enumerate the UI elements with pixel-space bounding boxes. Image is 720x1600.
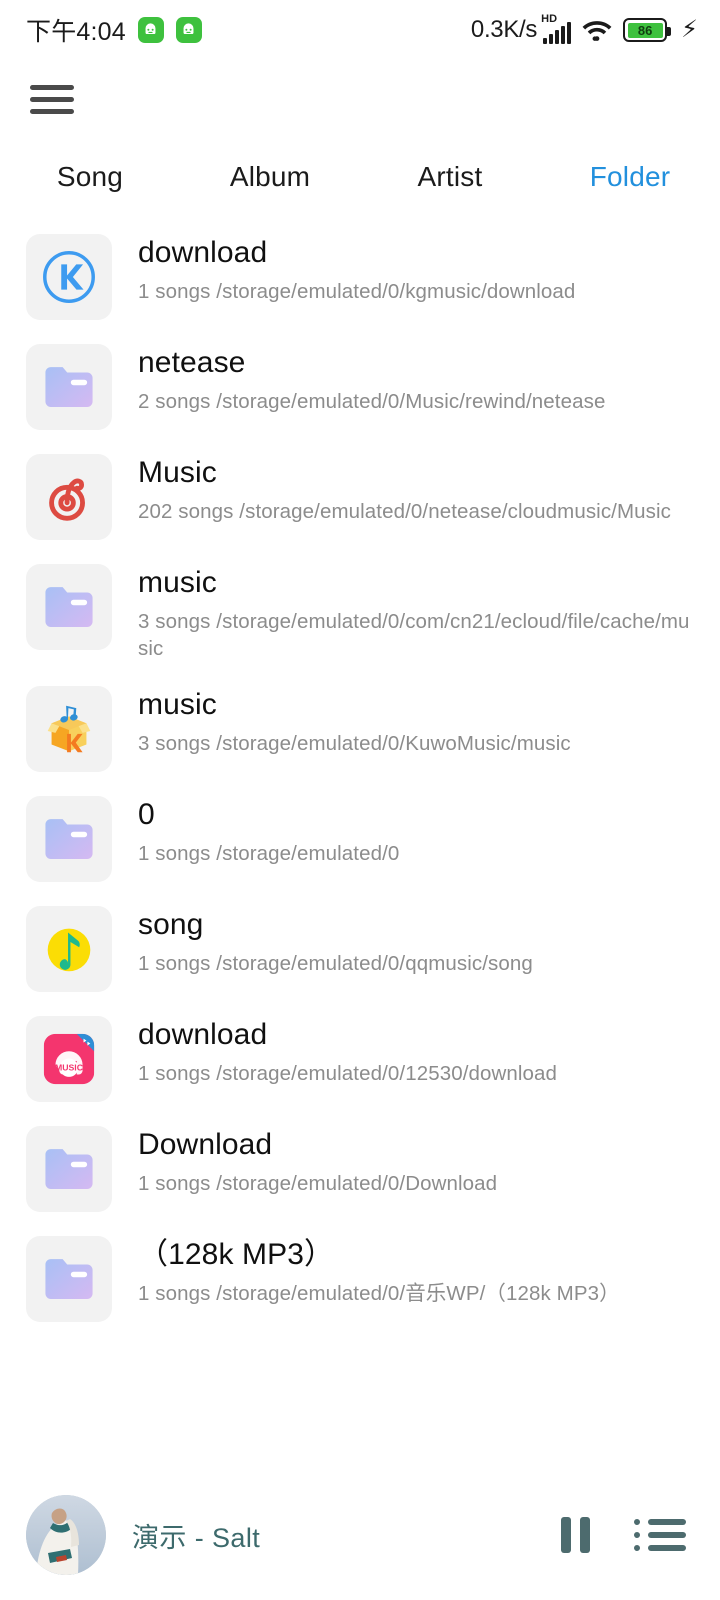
- folder-name: 0: [138, 797, 155, 831]
- network-speed-label: 0.3K/s: [470, 16, 538, 43]
- folder-name: Download: [138, 1127, 273, 1161]
- folder-icon: [26, 1235, 112, 1322]
- list-item[interactable]: 0 1 songs /storage/emulated/0: [0, 784, 720, 894]
- svg-text:MUSIC: MUSIC: [55, 1063, 84, 1073]
- list-item[interactable]: music 3 songs /storage/emulated/0/com/cn…: [0, 552, 720, 674]
- battery-icon: 86: [623, 18, 672, 42]
- kugou-music-icon: [26, 234, 112, 320]
- qq-music-icon: [26, 905, 112, 992]
- charging-bolt-icon: ⚡: [681, 16, 698, 43]
- list-item[interactable]: （128k MP3） 1 songs /storage/emulated/0/音…: [0, 1224, 720, 1334]
- list-item[interactable]: music 3 songs /storage/emulated/0/KuwoMu…: [0, 674, 720, 784]
- playlist-queue-icon[interactable]: [634, 1519, 686, 1551]
- status-bar-clock: 下午4:04: [26, 18, 126, 46]
- folder-name: music: [138, 687, 217, 721]
- folder-name: download: [138, 236, 268, 269]
- folder-subtitle: 1 songs /storage/emulated/0/Download: [138, 1171, 498, 1195]
- cellular-signal-icon: HD: [541, 13, 572, 44]
- list-item[interactable]: netease 2 songs /storage/emulated/0/Musi…: [0, 332, 720, 442]
- tab-folder[interactable]: Folder: [540, 161, 720, 193]
- list-item-text: netease 2 songs /storage/emulated/0/Musi…: [138, 344, 694, 415]
- list-item-text: 0 1 songs /storage/emulated/0: [138, 796, 694, 867]
- folder-name: song: [138, 907, 204, 941]
- pause-icon[interactable]: [561, 1517, 590, 1553]
- kuwo-music-icon: [26, 685, 112, 772]
- folder-subtitle: 2 songs /storage/emulated/0/Music/rewind…: [138, 389, 606, 413]
- list-item-text: download 1 songs /storage/emulated/0/125…: [138, 1016, 694, 1087]
- folder-subtitle: 3 songs /storage/emulated/0/KuwoMusic/mu…: [138, 731, 571, 755]
- list-item-text: （128k MP3） 1 songs /storage/emulated/0/音…: [138, 1236, 694, 1307]
- folder-subtitle: 1 songs /storage/emulated/0: [138, 841, 400, 865]
- list-item[interactable]: MUSIC download 1 songs /storage/emulated…: [0, 1004, 720, 1114]
- folder-name: download: [138, 1017, 268, 1051]
- netease-cloudmusic-icon: [26, 454, 112, 540]
- folder-icon: [26, 564, 112, 650]
- now-playing-label: 演示 - Salt: [132, 1522, 261, 1553]
- notification-badge-icon: [137, 17, 164, 43]
- folder-icon: [26, 344, 112, 430]
- folder-list: download 1 songs /storage/emulated/0/kgm…: [0, 216, 720, 1334]
- mini-player-bar[interactable]: 演示 - Salt: [0, 1470, 720, 1600]
- migu-music-icon: MUSIC: [26, 1015, 112, 1102]
- list-item[interactable]: song 1 songs /storage/emulated/0/qqmusic…: [0, 894, 720, 1004]
- folder-subtitle: 1 songs /storage/emulated/0/12530/downlo…: [138, 1061, 558, 1085]
- folder-icon: [26, 1125, 112, 1212]
- folder-subtitle: 1 songs /storage/emulated/0/音乐WP/（128k M…: [138, 1281, 620, 1305]
- list-item-text: music 3 songs /storage/emulated/0/com/cn…: [138, 564, 694, 662]
- folder-name: music: [138, 566, 217, 599]
- hamburger-menu-icon[interactable]: [30, 82, 74, 116]
- list-item[interactable]: Music 202 songs /storage/emulated/0/nete…: [0, 442, 720, 552]
- status-bar-right: 0.3K/s HD 86 ⚡: [470, 13, 698, 44]
- status-bar: 下午4:04 0.3K/s HD 86 ⚡: [0, 0, 720, 60]
- list-item-text: music 3 songs /storage/emulated/0/KuwoMu…: [138, 686, 694, 757]
- folder-subtitle: 202 songs /storage/emulated/0/netease/cl…: [138, 499, 672, 523]
- list-item-text: download 1 songs /storage/emulated/0/kgm…: [138, 234, 694, 305]
- player-controls: [561, 1517, 686, 1553]
- hd-label: HD: [541, 13, 558, 25]
- tab-artist[interactable]: Artist: [360, 161, 540, 193]
- tab-album[interactable]: Album: [180, 161, 360, 193]
- folder-icon: [26, 795, 112, 882]
- folder-name: netease: [138, 346, 246, 379]
- notification-badge-icon: [175, 17, 202, 43]
- list-item-text: Music 202 songs /storage/emulated/0/nete…: [138, 454, 694, 525]
- album-art-thumbnail[interactable]: [26, 1495, 106, 1575]
- app-bar: [0, 60, 720, 138]
- folder-subtitle: 3 songs /storage/emulated/0/com/cn21/ecl…: [138, 609, 690, 660]
- wifi-icon: [582, 21, 612, 41]
- folder-name: （128k MP3）: [138, 1237, 335, 1271]
- battery-level-label: 86: [627, 22, 663, 38]
- tab-bar: Song Album Artist Folder: [0, 138, 720, 216]
- tab-song[interactable]: Song: [0, 161, 180, 193]
- list-item[interactable]: download 1 songs /storage/emulated/0/kgm…: [0, 222, 720, 332]
- list-item-text: song 1 songs /storage/emulated/0/qqmusic…: [138, 906, 694, 977]
- folder-name: Music: [138, 456, 217, 489]
- folder-subtitle: 1 songs /storage/emulated/0/qqmusic/song: [138, 951, 533, 975]
- list-item[interactable]: Download 1 songs /storage/emulated/0/Dow…: [0, 1114, 720, 1224]
- status-bar-left: 下午4:04: [26, 12, 202, 48]
- folder-subtitle: 1 songs /storage/emulated/0/kgmusic/down…: [138, 279, 576, 303]
- list-item-text: Download 1 songs /storage/emulated/0/Dow…: [138, 1126, 694, 1197]
